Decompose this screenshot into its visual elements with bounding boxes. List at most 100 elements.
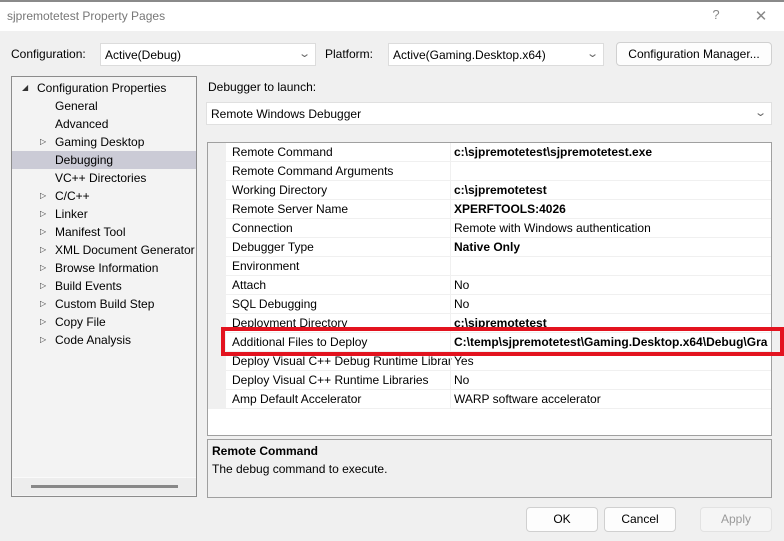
tree-item-label: Custom Build Step <box>55 297 155 311</box>
tree-item[interactable]: ▷ Code Analysis <box>12 331 196 349</box>
grid-gutter <box>208 143 226 409</box>
property-value[interactable]: No <box>454 297 469 311</box>
column-divider <box>450 181 451 200</box>
horizontal-scrollbar[interactable] <box>13 477 196 495</box>
property-row[interactable]: Connection Remote with Windows authentica… <box>226 219 771 238</box>
property-row[interactable]: Remote Server Name XPERFTOOLS:4026 <box>226 200 771 219</box>
property-row[interactable]: Debugger Type Native Only <box>226 238 771 257</box>
tree-item[interactable]: ◢ Configuration Properties <box>12 79 196 97</box>
cancel-button[interactable]: Cancel <box>604 507 676 532</box>
property-value[interactable]: c:\sjpremotetest\sjpremotetest.exe <box>454 145 652 159</box>
collapsed-arrow-icon[interactable]: ▷ <box>40 313 46 331</box>
property-value[interactable]: c:\sjpremotetest <box>454 316 547 330</box>
collapsed-arrow-icon[interactable]: ▷ <box>40 241 46 259</box>
property-name: Attach <box>232 278 267 292</box>
property-name: Connection <box>232 221 293 235</box>
collapsed-arrow-icon[interactable]: ▷ <box>40 277 46 295</box>
property-row[interactable]: Attach No <box>226 276 771 295</box>
property-row[interactable]: Working Directory c:\sjpremotetest <box>226 181 771 200</box>
tree-item[interactable]: VC++ Directories <box>12 169 196 187</box>
tree-item[interactable]: ▷ Copy File <box>12 313 196 331</box>
help-icon[interactable]: ? <box>708 7 724 25</box>
collapsed-arrow-icon[interactable]: ▷ <box>40 205 46 223</box>
debugger-dropdown[interactable]: Remote Windows Debugger ⌄ <box>206 102 772 125</box>
tree-item[interactable]: General <box>12 97 196 115</box>
property-value[interactable]: No <box>454 278 469 292</box>
property-name: Amp Default Accelerator <box>232 392 362 406</box>
property-name: Deployment Directory <box>232 316 348 330</box>
tree-item-label: Configuration Properties <box>37 81 167 95</box>
tree-item[interactable]: Advanced <box>12 115 196 133</box>
property-name: Deploy Visual C++ Runtime Libraries <box>232 373 429 387</box>
property-value[interactable]: C:\temp\sjpremotetest\Gaming.Desktop.x64… <box>454 335 767 349</box>
tree-item-label: General <box>55 99 98 113</box>
collapsed-arrow-icon[interactable]: ▷ <box>40 259 46 277</box>
tree-item[interactable]: ▷ Build Events <box>12 277 196 295</box>
tree-item[interactable]: ▷ Manifest Tool <box>12 223 196 241</box>
scrollbar-thumb[interactable] <box>31 485 178 488</box>
property-name: SQL Debugging <box>232 297 317 311</box>
property-value[interactable]: Remote with Windows authentication <box>454 221 651 235</box>
column-divider <box>450 352 451 371</box>
property-row[interactable]: Deploy Visual C++ Runtime Libraries No <box>226 371 771 390</box>
property-value[interactable]: WARP software accelerator <box>454 392 601 406</box>
close-icon[interactable]: ✕ <box>752 7 770 25</box>
tree-item-label: Copy File <box>55 315 106 329</box>
description-panel: Remote Command The debug command to exec… <box>207 439 772 498</box>
property-row[interactable]: Amp Default Accelerator WARP software acc… <box>226 390 771 409</box>
column-divider <box>450 295 451 314</box>
collapsed-arrow-icon[interactable]: ▷ <box>40 223 46 241</box>
property-row[interactable]: Remote Command c:\sjpremotetest\sjpremote… <box>226 143 771 162</box>
platform-dropdown[interactable]: Active(Gaming.Desktop.x64) ⌄ <box>388 43 604 66</box>
chevron-down-icon: ⌄ <box>585 48 599 60</box>
tree-item[interactable]: ▷ Gaming Desktop <box>12 133 196 151</box>
column-divider <box>450 333 451 352</box>
category-tree[interactable]: ◢ Configuration Properties General Advanced… <box>11 76 197 497</box>
tree-item[interactable]: Debugging <box>12 151 196 169</box>
configuration-dropdown[interactable]: Active(Debug) ⌄ <box>100 43 316 66</box>
configuration-label: Configuration: <box>11 47 86 61</box>
collapsed-arrow-icon[interactable]: ▷ <box>40 295 46 313</box>
column-divider <box>450 143 451 162</box>
tree-item-label: VC++ Directories <box>55 171 147 185</box>
configuration-manager-button[interactable]: Configuration Manager... <box>616 42 772 66</box>
property-grid[interactable]: Remote Command c:\sjpremotetest\sjpremote… <box>207 142 772 436</box>
tree-item-label: Gaming Desktop <box>55 135 145 149</box>
property-row[interactable]: Deploy Visual C++ Debug Runtime Librar Ye… <box>226 352 771 371</box>
tree-item-label: C/C++ <box>55 189 90 203</box>
description-text: The debug command to execute. <box>212 462 388 476</box>
ok-button[interactable]: OK <box>526 507 598 532</box>
property-row[interactable]: Environment <box>226 257 771 276</box>
collapsed-arrow-icon[interactable]: ▷ <box>40 187 46 205</box>
window-title: sjpremotetest Property Pages <box>7 9 166 23</box>
property-name: Remote Command <box>232 145 333 159</box>
tree-item[interactable]: ▷ Linker <box>12 205 196 223</box>
collapsed-arrow-icon[interactable]: ▷ <box>40 133 46 151</box>
property-name: Debugger Type <box>232 240 314 254</box>
property-value[interactable]: Yes <box>454 354 474 368</box>
tree-item-label: Debugging <box>55 153 114 167</box>
property-row[interactable]: Additional Files to Deploy C:\temp\sjprem… <box>226 333 771 352</box>
tree-item-label: Manifest Tool <box>55 225 126 239</box>
property-value[interactable]: c:\sjpremotetest <box>454 183 547 197</box>
tree-item[interactable]: ▷ C/C++ <box>12 187 196 205</box>
expanded-arrow-icon[interactable]: ◢ <box>22 79 28 97</box>
property-value[interactable]: XPERFTOOLS:4026 <box>454 202 566 216</box>
property-value[interactable]: No <box>454 373 469 387</box>
property-row[interactable]: Deployment Directory c:\sjpremotetest <box>226 314 771 333</box>
property-value[interactable]: Native Only <box>454 240 520 254</box>
chevron-down-icon: ⌄ <box>297 48 311 60</box>
tree-item[interactable]: ▷ Custom Build Step <box>12 295 196 313</box>
column-divider <box>450 371 451 390</box>
property-name: Additional Files to Deploy <box>232 335 368 349</box>
tree-item[interactable]: ▷ Browse Information <box>12 259 196 277</box>
property-row[interactable]: Remote Command Arguments <box>226 162 771 181</box>
property-row[interactable]: SQL Debugging No <box>226 295 771 314</box>
collapsed-arrow-icon[interactable]: ▷ <box>40 331 46 349</box>
apply-button[interactable]: Apply <box>700 507 772 532</box>
property-name: Environment <box>232 259 300 273</box>
column-divider <box>450 219 451 238</box>
property-name: Working Directory <box>232 183 328 197</box>
tree-item-label: Linker <box>55 207 88 221</box>
tree-item[interactable]: ▷ XML Document Generator <box>12 241 196 259</box>
